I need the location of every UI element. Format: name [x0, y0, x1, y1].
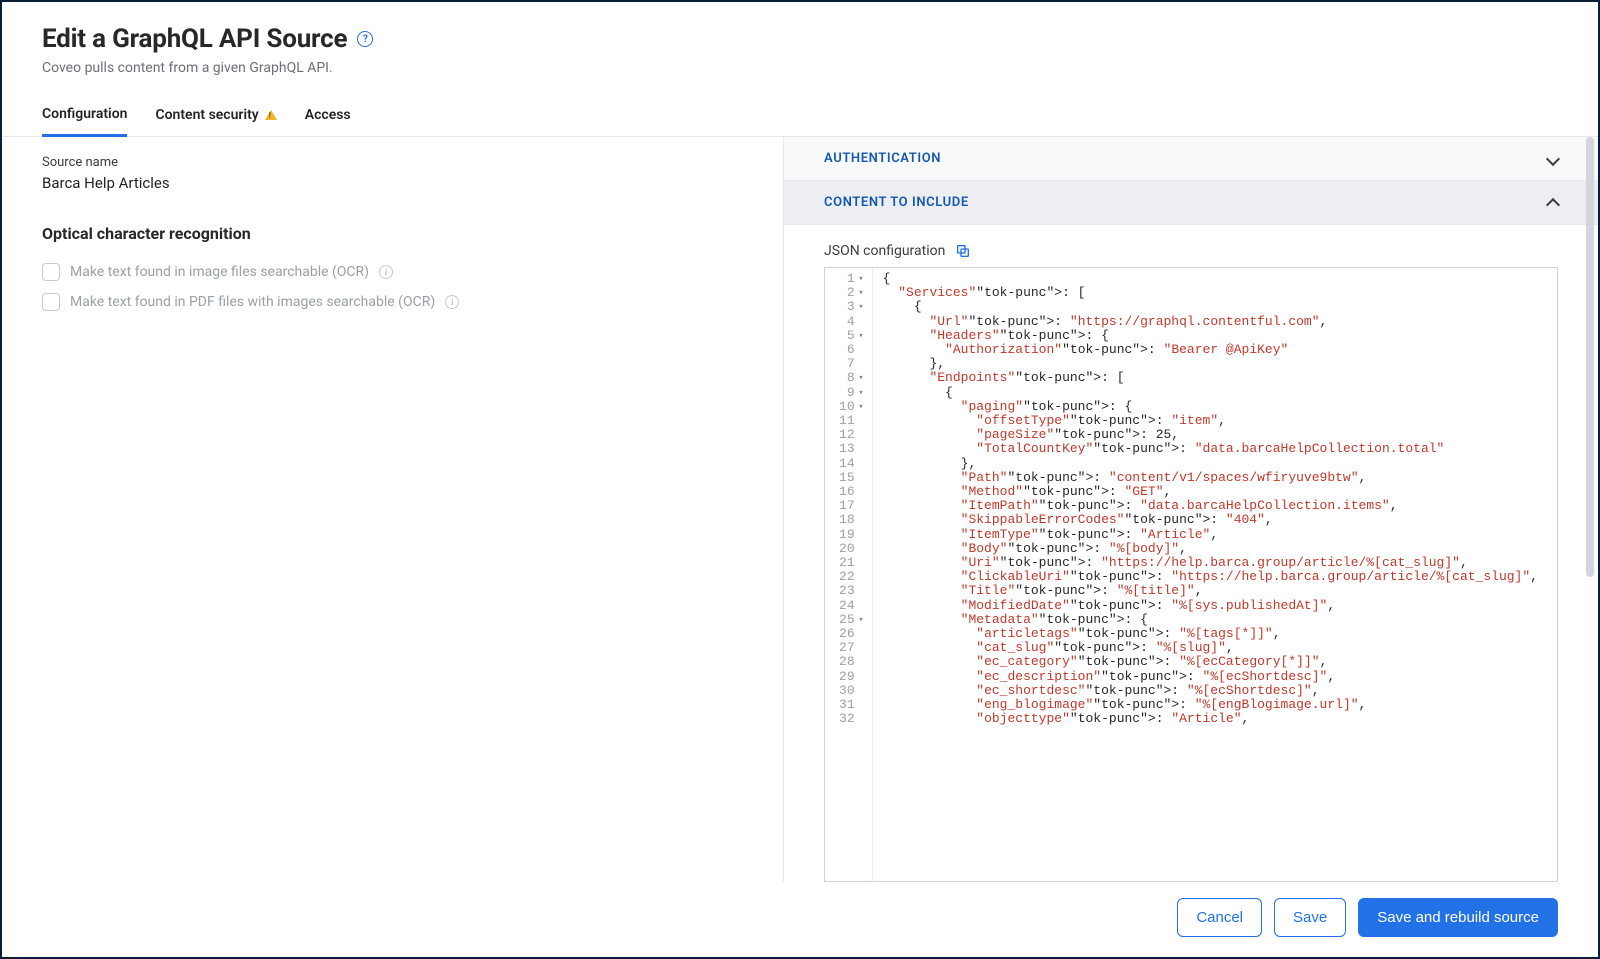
- content-to-include-accordion[interactable]: CONTENT TO INCLUDE: [784, 181, 1598, 225]
- tab-content-security[interactable]: Content security: [155, 98, 276, 136]
- warning-icon: [265, 110, 277, 120]
- help-icon[interactable]: ?: [357, 31, 373, 47]
- tabs: Configuration Content security Access: [2, 98, 1598, 137]
- authentication-accordion[interactable]: AUTHENTICATION: [784, 137, 1598, 181]
- ocr-image-label: Make text found in image files searchabl…: [70, 264, 369, 280]
- chevron-down-icon: [1546, 151, 1560, 165]
- tab-configuration[interactable]: Configuration: [42, 98, 127, 137]
- tab-label: Access: [305, 107, 351, 123]
- json-config-label: JSON configuration: [824, 243, 945, 259]
- copy-icon[interactable]: [955, 243, 971, 259]
- accordion-title: CONTENT TO INCLUDE: [824, 195, 969, 210]
- page-subtitle: Coveo pulls content from a given GraphQL…: [42, 60, 1558, 76]
- editor-gutter: 1▾2▾3▾45▾678▾9▾10▾1112131415161718192021…: [825, 268, 873, 881]
- ocr-pdf-checkbox[interactable]: [42, 293, 60, 311]
- chevron-up-icon: [1546, 197, 1560, 211]
- ocr-image-checkbox[interactable]: [42, 263, 60, 281]
- footer: Cancel Save Save and rebuild source: [2, 882, 1598, 957]
- source-name-value: Barca Help Articles: [42, 174, 743, 192]
- tab-label: Content security: [155, 107, 258, 123]
- editor-code[interactable]: { "Services""tok-punc">: [ { "Url""tok-p…: [873, 268, 1557, 881]
- json-editor[interactable]: 1▾2▾3▾45▾678▾9▾10▾1112131415161718192021…: [824, 267, 1558, 882]
- info-icon[interactable]: i: [445, 295, 459, 309]
- tab-label: Configuration: [42, 106, 127, 122]
- ocr-pdf-label: Make text found in PDF files with images…: [70, 294, 435, 310]
- cancel-button[interactable]: Cancel: [1177, 898, 1262, 937]
- accordion-title: AUTHENTICATION: [824, 151, 941, 166]
- save-button[interactable]: Save: [1274, 898, 1346, 937]
- save-rebuild-button[interactable]: Save and rebuild source: [1358, 898, 1558, 937]
- ocr-section-heading: Optical character recognition: [42, 224, 743, 243]
- scrollbar-thumb[interactable]: [1586, 137, 1594, 577]
- ocr-image-row: Make text found in image files searchabl…: [42, 257, 743, 287]
- right-panel: AUTHENTICATION CONTENT TO INCLUDE JSON c…: [784, 137, 1598, 882]
- left-panel: Source name Barca Help Articles Optical …: [2, 137, 784, 882]
- page-title: Edit a GraphQL API Source: [42, 24, 347, 54]
- source-name-label: Source name: [42, 155, 743, 170]
- info-icon[interactable]: i: [379, 265, 393, 279]
- tab-access[interactable]: Access: [305, 98, 351, 136]
- ocr-pdf-row: Make text found in PDF files with images…: [42, 287, 743, 317]
